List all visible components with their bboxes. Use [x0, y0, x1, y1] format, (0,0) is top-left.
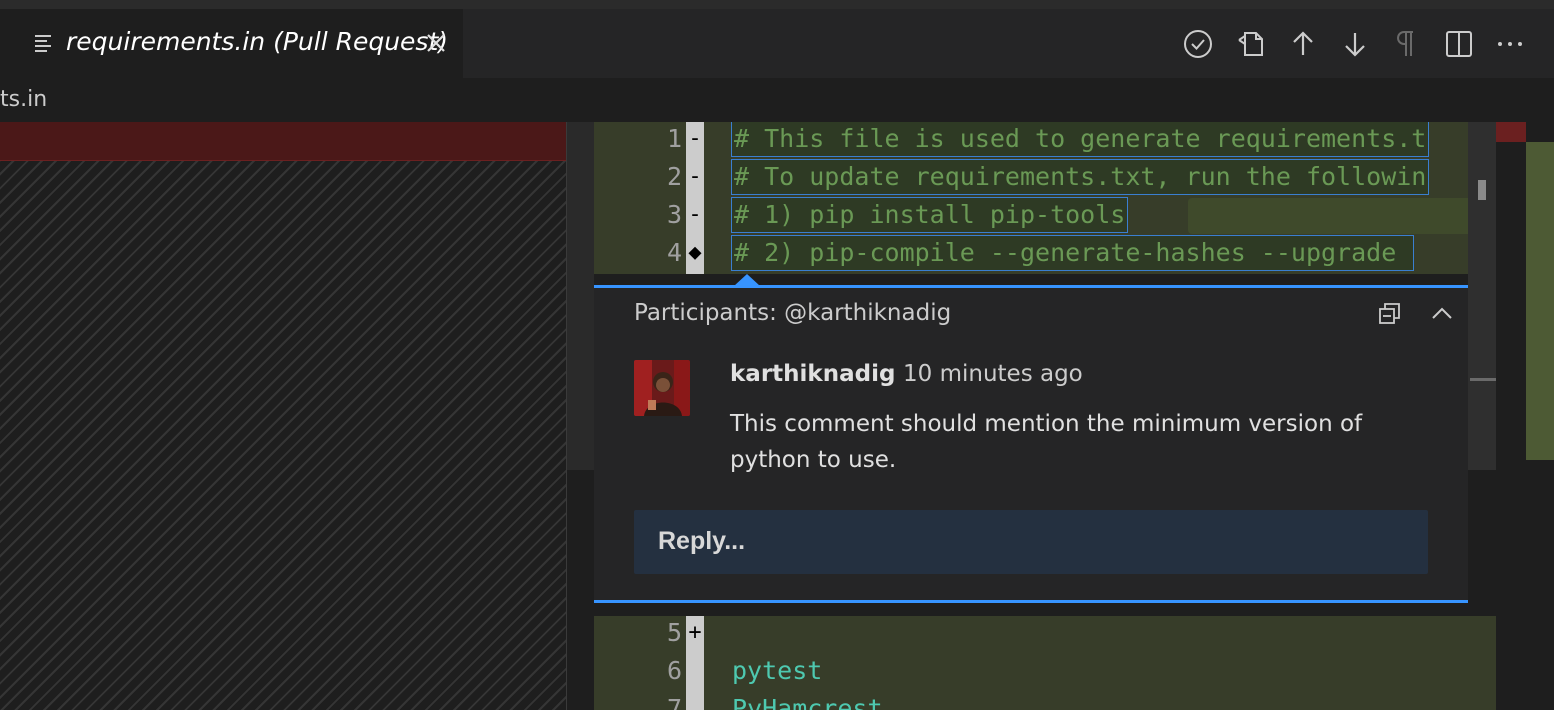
gutter-glyph: - — [688, 126, 702, 151]
split-editor-icon[interactable] — [1443, 28, 1475, 60]
gutter-glyph: - — [688, 202, 702, 227]
code-comment: # 1) pip install pip-tools — [730, 197, 1129, 233]
chevron-up-icon[interactable] — [1428, 300, 1456, 328]
minimap-added-marker — [1526, 142, 1554, 460]
comment-body: This comment should mention the minimum … — [730, 411, 1363, 473]
minimap-removed-marker — [1496, 122, 1526, 142]
line-number: 5 — [666, 618, 682, 647]
code-line: 1 - # This file is used to generate requ… — [594, 122, 1496, 160]
comment-glyph-icon[interactable]: ◆ — [686, 240, 704, 265]
scrollbar-thumb[interactable] — [1478, 180, 1486, 200]
avatar — [634, 360, 690, 416]
breadcrumb-file[interactable]: ts.in — [0, 87, 47, 112]
breadcrumb: ts.in — [0, 78, 1554, 122]
participants-label: Participants: @karthiknadig — [634, 300, 952, 326]
code-text: pytest — [732, 656, 823, 685]
tab-label: requirements.in (Pull Request) — [66, 27, 449, 56]
diff-overview-ruler-lower — [566, 470, 595, 710]
close-icon[interactable] — [424, 31, 448, 55]
more-actions-icon[interactable] — [1494, 28, 1526, 60]
arrow-up-icon[interactable] — [1287, 28, 1319, 60]
diff-overview-ruler[interactable] — [566, 122, 595, 470]
file-lines-icon — [35, 35, 51, 52]
comment-timestamp: 10 minutes ago — [903, 361, 1083, 387]
line-number: 1 — [666, 124, 682, 153]
inline-diff-highlight — [1188, 198, 1494, 234]
code-line: 2 - # To update requirements.txt, run th… — [594, 159, 1496, 198]
reply-placeholder: Reply... — [658, 527, 746, 555]
arrow-down-icon[interactable] — [1339, 28, 1371, 60]
code-comment: # To update requirements.txt, run the fo… — [730, 159, 1430, 195]
removed-line-highlight — [0, 122, 566, 161]
comment-author[interactable]: karthiknadig — [730, 361, 895, 387]
gutter-glyph: - — [688, 164, 702, 189]
line-number: 2 — [666, 162, 682, 191]
line-number: 7 — [666, 694, 682, 710]
editor-tab-bar: requirements.in (Pull Request) — [0, 9, 1554, 78]
tab-requirements-pull-request[interactable]: requirements.in (Pull Request) — [0, 9, 463, 78]
scroll-marker — [1470, 378, 1496, 381]
check-circle-icon[interactable] — [1182, 28, 1214, 60]
vertical-scrollbar[interactable] — [1468, 122, 1496, 470]
open-file-icon[interactable] — [1236, 28, 1268, 60]
reply-input[interactable]: Reply... — [634, 510, 1428, 574]
line-number: 3 — [666, 200, 682, 229]
gutter-glyph: + — [688, 620, 702, 645]
comment-thread-widget: Participants: @karthiknadig karthiknadig… — [594, 285, 1468, 603]
pilcrow-icon[interactable] — [1391, 28, 1423, 60]
code-text: PyHamcrest — [732, 694, 883, 710]
code-comment: # 2) pip-compile --generate-hashes --upg… — [730, 235, 1415, 271]
code-line: 4 ◆ # 2) pip-compile --generate-hashes -… — [594, 235, 1496, 274]
code-comment: # This file is used to generate requirem… — [730, 122, 1430, 157]
code-block-after: 5 + 6 pytest 7 PyHamcrest — [594, 616, 1496, 710]
line-number: 4 — [666, 238, 682, 267]
line-number: 6 — [666, 656, 682, 685]
collapse-all-icon[interactable] — [1376, 300, 1404, 328]
title-bar-strip — [0, 0, 1554, 9]
diff-original-pane[interactable] — [0, 122, 566, 710]
code-line: 3 - # 1) pip install pip-tools — [594, 197, 1496, 236]
